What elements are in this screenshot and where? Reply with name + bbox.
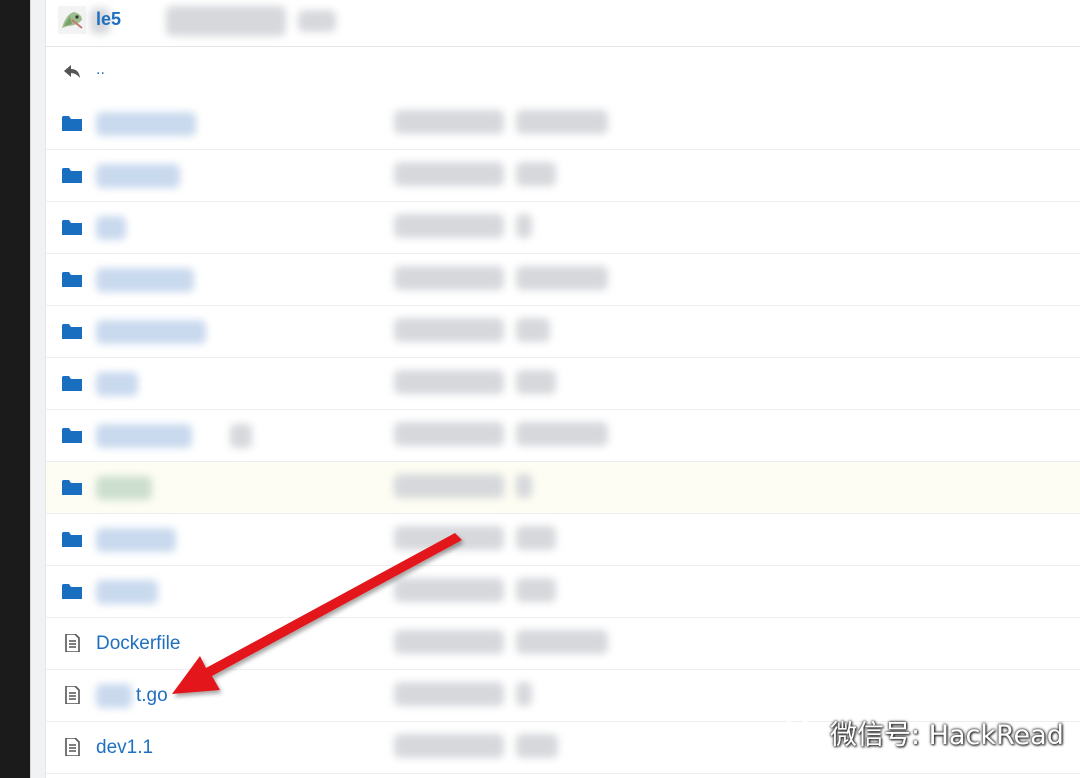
- folder-icon: [62, 168, 82, 183]
- folder-extra-redacted: [230, 424, 252, 448]
- parent-directory-row[interactable]: ..: [46, 47, 1080, 99]
- folder-icon: [62, 532, 82, 547]
- folder-row[interactable]: [46, 514, 1080, 566]
- folder-row[interactable]: [46, 358, 1080, 410]
- folder-icon: [62, 584, 82, 599]
- commit-message-redacted: [394, 110, 504, 134]
- file-link-dev[interactable]: dev1.1: [96, 737, 153, 759]
- commit-message-redacted: [394, 214, 504, 238]
- repo-meta-redacted: [166, 6, 286, 36]
- commit-message-redacted: [394, 526, 504, 550]
- folder-row[interactable]: [46, 150, 1080, 202]
- commit-time-redacted: [516, 266, 608, 290]
- folder-name-redacted[interactable]: [96, 164, 180, 188]
- folder-name-redacted[interactable]: [96, 320, 206, 344]
- commit-message-redacted: [394, 578, 504, 602]
- folder-name-redacted[interactable]: [96, 476, 152, 500]
- file-name-prefix-redacted: [96, 684, 132, 708]
- file-row[interactable]: Dockerfile: [46, 618, 1080, 670]
- folder-icon: [62, 116, 82, 131]
- folder-icon: [62, 376, 82, 391]
- wechat-logo-icon: [782, 717, 821, 746]
- commit-time-redacted: [516, 214, 532, 238]
- folder-name-redacted[interactable]: [96, 424, 192, 448]
- file-link-go[interactable]: t.go: [136, 685, 168, 707]
- folder-row[interactable]: [46, 202, 1080, 254]
- commit-time-redacted: [516, 474, 532, 498]
- folder-icon: [62, 220, 82, 235]
- commit-time-redacted: [516, 370, 556, 394]
- folder-icon: [62, 272, 82, 287]
- folder-name-redacted[interactable]: [96, 216, 126, 240]
- commit-message-redacted: [394, 318, 504, 342]
- commit-message-redacted: [394, 370, 504, 394]
- window-dark-edge: [0, 0, 30, 778]
- commit-message-redacted: [394, 266, 504, 290]
- commit-message-redacted: [394, 734, 504, 758]
- folder-name-redacted[interactable]: [96, 268, 194, 292]
- commit-time-redacted: [516, 318, 550, 342]
- folder-icon: [62, 428, 82, 443]
- commit-time-redacted: [516, 630, 608, 654]
- commit-time-redacted: [516, 110, 608, 134]
- commit-message-redacted: [394, 474, 504, 498]
- commit-message-redacted: [394, 162, 504, 186]
- folder-row[interactable]: [46, 98, 1080, 150]
- commit-message-redacted: [394, 422, 504, 446]
- file-text-icon: [65, 634, 80, 652]
- folder-row[interactable]: [46, 306, 1080, 358]
- file-listing: le5 .. Dockerfile t.go dev1.1: [45, 0, 1080, 778]
- commit-time-redacted: [516, 422, 608, 446]
- commit-time-redacted: [516, 162, 556, 186]
- repo-name-link[interactable]: le5: [96, 9, 121, 30]
- folder-name-redacted[interactable]: [96, 528, 176, 552]
- commit-time-redacted: [516, 578, 556, 602]
- reply-arrow-icon: [64, 65, 80, 78]
- folder-icon: [62, 324, 82, 339]
- commit-time-redacted: [516, 734, 558, 758]
- folder-icon: [62, 480, 82, 495]
- commit-message-redacted: [394, 682, 504, 706]
- folder-name-redacted[interactable]: [96, 372, 138, 396]
- repo-meta-redacted-2: [298, 10, 336, 32]
- repo-avatar-icon: [58, 6, 86, 34]
- folder-row-highlighted[interactable]: [46, 462, 1080, 514]
- file-link-dockerfile[interactable]: Dockerfile: [96, 633, 180, 655]
- wechat-watermark: 微信号: HackRead: [782, 712, 1064, 752]
- watermark-text: 微信号: HackRead: [830, 719, 1064, 751]
- folder-name-redacted[interactable]: [96, 112, 196, 136]
- folder-row[interactable]: [46, 566, 1080, 618]
- commit-time-redacted: [516, 526, 556, 550]
- file-text-icon: [65, 738, 80, 756]
- file-text-icon: [65, 686, 80, 704]
- parent-directory-link[interactable]: ..: [96, 61, 105, 79]
- commit-time-redacted: [516, 682, 532, 706]
- repo-header: le5: [46, 0, 1080, 47]
- commit-message-redacted: [394, 630, 504, 654]
- folder-row[interactable]: [46, 410, 1080, 462]
- folder-name-redacted[interactable]: [96, 580, 158, 604]
- folder-row[interactable]: [46, 254, 1080, 306]
